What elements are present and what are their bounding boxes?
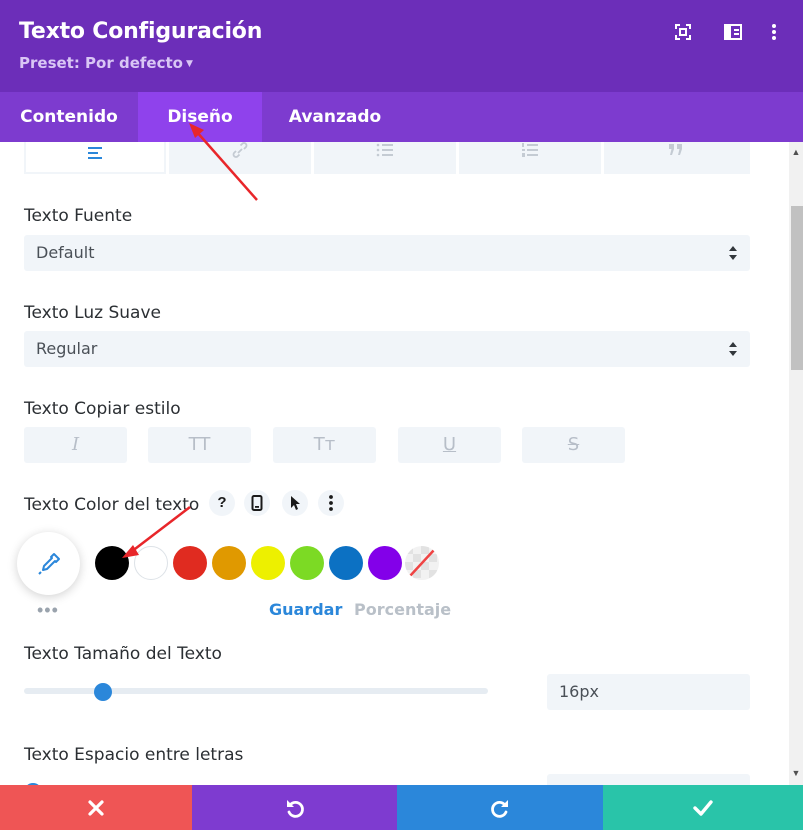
strikethrough-button[interactable]: S	[522, 427, 625, 463]
preset-selector[interactable]: Preset: Por defecto ▼	[19, 54, 193, 72]
more-colors-icon[interactable]: •••	[37, 600, 59, 621]
size-input[interactable]: 16px	[547, 674, 750, 710]
underline-icon: U	[442, 434, 457, 455]
check-icon	[693, 799, 713, 816]
capitalize-icon: Tт	[313, 434, 336, 455]
eyedropper-icon	[38, 553, 60, 575]
save-color-link[interactable]: Guardar	[269, 600, 342, 619]
uppercase-icon: TT	[188, 434, 211, 455]
font-value: Default	[36, 243, 95, 262]
swatch-green[interactable]	[290, 546, 324, 580]
save-button[interactable]	[603, 785, 803, 830]
tab-contenido[interactable]: Contenido	[0, 92, 138, 142]
swatch-black[interactable]	[95, 546, 129, 580]
swatch-blue[interactable]	[329, 546, 363, 580]
undo-icon	[286, 799, 304, 818]
responsive-icon[interactable]	[244, 490, 270, 516]
select-arrows-icon	[729, 342, 737, 356]
settings-tabs: Contenido Diseño Avanzado	[0, 92, 803, 142]
expand-icon[interactable]	[673, 22, 693, 42]
swatch-white[interactable]	[134, 546, 168, 580]
link-icon	[232, 142, 248, 158]
italic-icon: I	[71, 434, 80, 455]
weight-select[interactable]: Regular	[24, 331, 750, 367]
more-vertical-icon[interactable]	[764, 22, 784, 42]
scrollbar[interactable]: ▲ ▼	[789, 142, 803, 785]
subtab-link[interactable]	[169, 142, 311, 174]
swatch-transparent[interactable]	[405, 546, 439, 580]
settings-panel: Texto Fuente Default Texto Luz Suave Reg…	[0, 142, 789, 785]
tab-avanzado[interactable]: Avanzado	[262, 92, 408, 142]
hover-cursor-icon[interactable]	[282, 490, 308, 516]
subtab-ol[interactable]	[459, 142, 601, 174]
modal-title: Texto Configuración	[19, 19, 263, 44]
modal-footer	[0, 785, 803, 830]
redo-icon	[491, 799, 508, 818]
quote-icon	[669, 144, 682, 155]
caret-down-icon: ▼	[185, 59, 193, 69]
spacing-input[interactable]	[547, 774, 750, 785]
size-label: Texto Tamaño del Texto	[24, 644, 222, 664]
scroll-thumb[interactable]	[791, 206, 803, 370]
font-label: Texto Fuente	[24, 206, 133, 226]
align-left-icon	[88, 147, 102, 159]
preset-label: Preset: Por defecto	[19, 54, 183, 72]
subtab-ul[interactable]	[314, 142, 456, 174]
capitalize-button[interactable]: Tт	[273, 427, 376, 463]
style-label: Texto Copiar estilo	[24, 399, 181, 419]
italic-button[interactable]: I	[24, 427, 127, 463]
font-select[interactable]: Default	[24, 235, 750, 271]
subtab-text[interactable]	[24, 142, 166, 174]
options-icon[interactable]	[318, 490, 344, 516]
underline-button[interactable]: U	[398, 427, 501, 463]
unordered-list-icon	[376, 143, 393, 157]
scroll-up-icon[interactable]: ▲	[789, 145, 803, 159]
select-arrows-icon	[729, 246, 737, 260]
no-color-icon	[405, 546, 437, 578]
undo-button[interactable]	[192, 785, 397, 830]
text-subtabs	[24, 142, 750, 174]
strikethrough-icon: S	[567, 434, 580, 455]
swatch-red[interactable]	[173, 546, 207, 580]
swatch-purple[interactable]	[368, 546, 402, 580]
sidebar-layout-icon[interactable]	[723, 22, 743, 42]
weight-value: Regular	[36, 339, 98, 358]
weight-label: Texto Luz Suave	[24, 303, 161, 323]
percentage-link[interactable]: Porcentaje	[354, 600, 451, 619]
modal-header: Texto Configuración Preset: Por defecto ▼	[0, 0, 803, 92]
help-icon[interactable]: ?	[209, 490, 235, 516]
tab-diseno[interactable]: Diseño	[138, 92, 262, 142]
ordered-list-icon	[522, 143, 538, 157]
uppercase-button[interactable]: TT	[148, 427, 251, 463]
size-slider-handle[interactable]	[94, 683, 112, 701]
color-label: Texto Color del texto	[24, 495, 200, 515]
discard-button[interactable]	[0, 785, 192, 830]
spacing-label: Texto Espacio entre letras	[24, 745, 244, 765]
swatch-orange[interactable]	[212, 546, 246, 580]
close-icon	[88, 799, 104, 816]
scroll-down-icon[interactable]: ▼	[789, 766, 803, 780]
subtab-quote[interactable]	[604, 142, 750, 174]
color-picker-button[interactable]	[17, 532, 80, 595]
redo-button[interactable]	[397, 785, 603, 830]
swatch-yellow[interactable]	[251, 546, 285, 580]
